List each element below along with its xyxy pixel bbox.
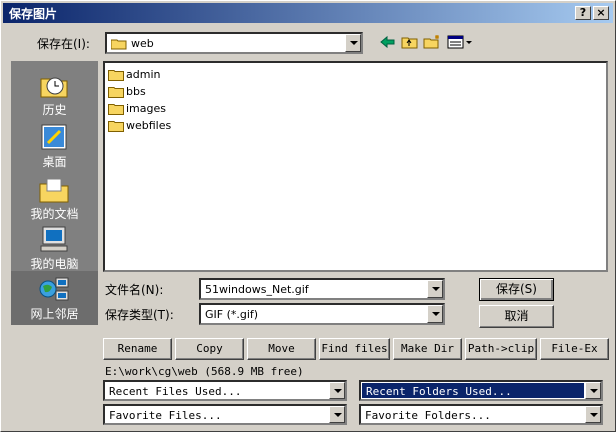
folder-icon: [108, 104, 124, 115]
make-dir-button[interactable]: Make Dir: [393, 338, 462, 360]
place-my-computer[interactable]: 我的电脑: [11, 221, 98, 271]
save-in-value: web: [131, 37, 154, 50]
back-arrow-icon[interactable]: [379, 34, 397, 50]
network-icon: [39, 277, 69, 301]
favorite-files-select[interactable]: Favorite Files...: [103, 404, 347, 425]
file-name: admin: [126, 68, 161, 81]
places-bar: 历史 桌面 我的文档 我的电脑 网上邻居: [11, 61, 98, 325]
recent-folders-value: Recent Folders Used...: [366, 385, 512, 398]
place-desktop[interactable]: 桌面: [11, 119, 98, 169]
place-network[interactable]: 网上邻居: [11, 271, 98, 325]
filetype-value: GIF (*.gif): [205, 308, 259, 321]
window-title: 保存图片: [9, 7, 58, 21]
chevron-down-icon[interactable]: [329, 406, 345, 423]
folder-icon: [108, 70, 124, 81]
file-name: bbs: [126, 85, 146, 98]
desktop-icon: [41, 124, 67, 150]
copy-button[interactable]: Copy: [175, 338, 244, 360]
rename-button[interactable]: Rename: [103, 338, 172, 360]
save-image-dialog: 保存图片 ? × 保存在(I): web 历史 桌面 我的文档 我的电脑 网上邻…: [0, 0, 616, 432]
favorite-folders-value: Favorite Folders...: [365, 409, 491, 422]
history-icon: [40, 77, 68, 98]
folder-icon: [108, 87, 124, 98]
filename-value: 51windows_Net.gif: [205, 283, 309, 296]
save-button[interactable]: 保存(S): [479, 278, 554, 301]
favorite-files-value: Favorite Files...: [109, 409, 222, 422]
folder-icon: [108, 121, 124, 132]
place-label: 桌面: [42, 155, 67, 169]
close-button[interactable]: ×: [593, 6, 609, 20]
new-folder-icon[interactable]: [423, 34, 441, 50]
save-in-combo[interactable]: web: [105, 32, 363, 54]
filename-label: 文件名(N):: [105, 283, 164, 297]
chevron-down-icon[interactable]: [585, 382, 601, 399]
path-status: E:\work\cg\web (568.9 MB free): [105, 365, 304, 378]
path-to-clip-button[interactable]: Path->clip: [465, 338, 537, 360]
move-button[interactable]: Move: [247, 338, 316, 360]
help-button[interactable]: ?: [575, 6, 591, 20]
up-folder-icon[interactable]: [401, 34, 419, 50]
chevron-down-icon[interactable]: [345, 34, 361, 52]
filetype-label: 保存类型(T):: [105, 308, 174, 322]
my-documents-icon: [39, 178, 69, 203]
place-history[interactable]: 历史: [11, 67, 98, 117]
chevron-down-icon[interactable]: [329, 382, 345, 399]
cancel-button[interactable]: 取消: [479, 305, 554, 328]
place-label: 历史: [42, 103, 67, 117]
place-label: 我的文档: [30, 207, 79, 221]
file-ex-button[interactable]: File-Ex: [540, 338, 609, 360]
filetype-select[interactable]: GIF (*.gif): [199, 303, 445, 325]
file-name: images: [126, 102, 166, 115]
chevron-down-icon[interactable]: [427, 305, 443, 323]
file-list[interactable]: admin bbs images webfiles: [103, 61, 608, 272]
place-label: 我的电脑: [30, 257, 79, 271]
view-menu-icon[interactable]: [447, 34, 473, 50]
recent-files-select[interactable]: Recent Files Used...: [103, 380, 347, 401]
my-computer-icon: [40, 226, 68, 252]
filename-input[interactable]: 51windows_Net.gif: [199, 278, 445, 300]
recent-folders-select[interactable]: Recent Folders Used...: [359, 380, 603, 401]
chevron-down-icon[interactable]: [427, 280, 443, 298]
save-in-label: 保存在(I):: [37, 37, 90, 51]
recent-files-value: Recent Files Used...: [109, 385, 242, 398]
selection-highlight: Recent Folders Used...: [362, 383, 584, 398]
file-name: webfiles: [126, 119, 172, 132]
chevron-down-icon[interactable]: [585, 406, 601, 423]
title-bar[interactable]: 保存图片 ? ×: [3, 3, 613, 23]
find-files-button[interactable]: Find files: [319, 338, 390, 360]
place-my-documents[interactable]: 我的文档: [11, 171, 98, 221]
place-label: 网上邻居: [30, 307, 79, 321]
folder-icon: [111, 39, 127, 50]
favorite-folders-select[interactable]: Favorite Folders...: [359, 404, 603, 425]
